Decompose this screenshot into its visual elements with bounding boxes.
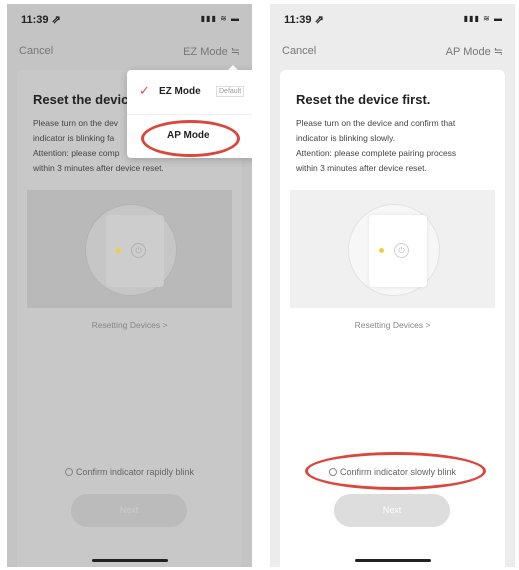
right-phone-screen: 11:39 ⇗ ▮▮▮ ≋ ▬ Cancel AP Mode ≒ Reset t… bbox=[270, 4, 515, 567]
indicator-light-icon bbox=[116, 248, 121, 253]
device-illustration: ⏻ bbox=[290, 190, 495, 308]
instruction-line: indicator is blinking slowly. bbox=[296, 133, 396, 143]
confirm-indicator-option[interactable]: Confirm indicator rapidly blink bbox=[17, 467, 242, 477]
confirm-label: Confirm indicator rapidly blink bbox=[75, 467, 195, 477]
highlight-ring bbox=[305, 452, 486, 490]
cancel-button[interactable]: Cancel bbox=[282, 45, 316, 57]
signal-wifi-battery-icon: ▮▮▮ ≋ ▬ bbox=[200, 14, 240, 23]
left-phone-screen: 11:39 ⇗ ▮▮▮ ≋ ▬ Cancel EZ Mode ≒ Reset t… bbox=[7, 4, 252, 567]
device-circle: ⏻ bbox=[85, 204, 177, 296]
power-icon: ⏻ bbox=[131, 243, 146, 258]
radio-icon[interactable] bbox=[64, 468, 73, 476]
instruction-line: within 3 minutes after device reset. bbox=[296, 163, 427, 173]
device-plate: ⏻ bbox=[106, 215, 164, 287]
device-illustration: ⏻ bbox=[27, 190, 232, 308]
device-plate: ⏻ bbox=[369, 215, 427, 287]
cancel-button[interactable]: Cancel bbox=[19, 45, 53, 57]
instruction-text: Please turn on the device and confirm th… bbox=[296, 116, 491, 176]
checkmark-icon: ✓ bbox=[139, 83, 150, 98]
indicator-light-icon bbox=[379, 248, 384, 253]
instruction-card: Reset the device first. Please turn on t… bbox=[280, 70, 505, 567]
ez-mode-label: EZ Mode bbox=[159, 86, 201, 97]
home-indicator bbox=[91, 559, 168, 562]
highlight-ring bbox=[141, 120, 240, 157]
mode-switch-button[interactable]: AP Mode ≒ bbox=[446, 45, 503, 58]
device-circle: ⏻ bbox=[348, 204, 440, 296]
next-button[interactable]: Next bbox=[334, 494, 450, 527]
instruction-line: Attention: please complete pairing proce… bbox=[296, 148, 457, 158]
next-button[interactable]: Next bbox=[71, 494, 187, 527]
mode-switch-button[interactable]: EZ Mode ≒ bbox=[183, 45, 240, 58]
page-title: Reset the device first. bbox=[296, 92, 431, 107]
default-badge: Default bbox=[216, 86, 245, 97]
instruction-line: within 3 minutes after device reset. bbox=[33, 163, 164, 173]
resetting-devices-link[interactable]: Resetting Devices > bbox=[17, 320, 242, 330]
instruction-line: Please turn on the device and confirm th… bbox=[296, 118, 456, 128]
resetting-devices-link[interactable]: Resetting Devices > bbox=[280, 320, 505, 330]
page-title: Reset the device bbox=[33, 92, 136, 107]
status-time: 11:39 ⇗ bbox=[284, 14, 324, 26]
power-icon: ⏻ bbox=[394, 243, 409, 258]
home-indicator bbox=[354, 559, 431, 562]
signal-wifi-battery-icon: ▮▮▮ ≋ ▬ bbox=[463, 14, 503, 23]
status-bar: 11:39 ⇗ ▮▮▮ ≋ ▬ bbox=[7, 4, 252, 32]
status-time: 11:39 ⇗ bbox=[21, 14, 61, 26]
status-bar: 11:39 ⇗ ▮▮▮ ≋ ▬ bbox=[270, 4, 515, 32]
menu-item-ez-mode[interactable]: ✓ EZ Mode Default bbox=[127, 70, 252, 115]
